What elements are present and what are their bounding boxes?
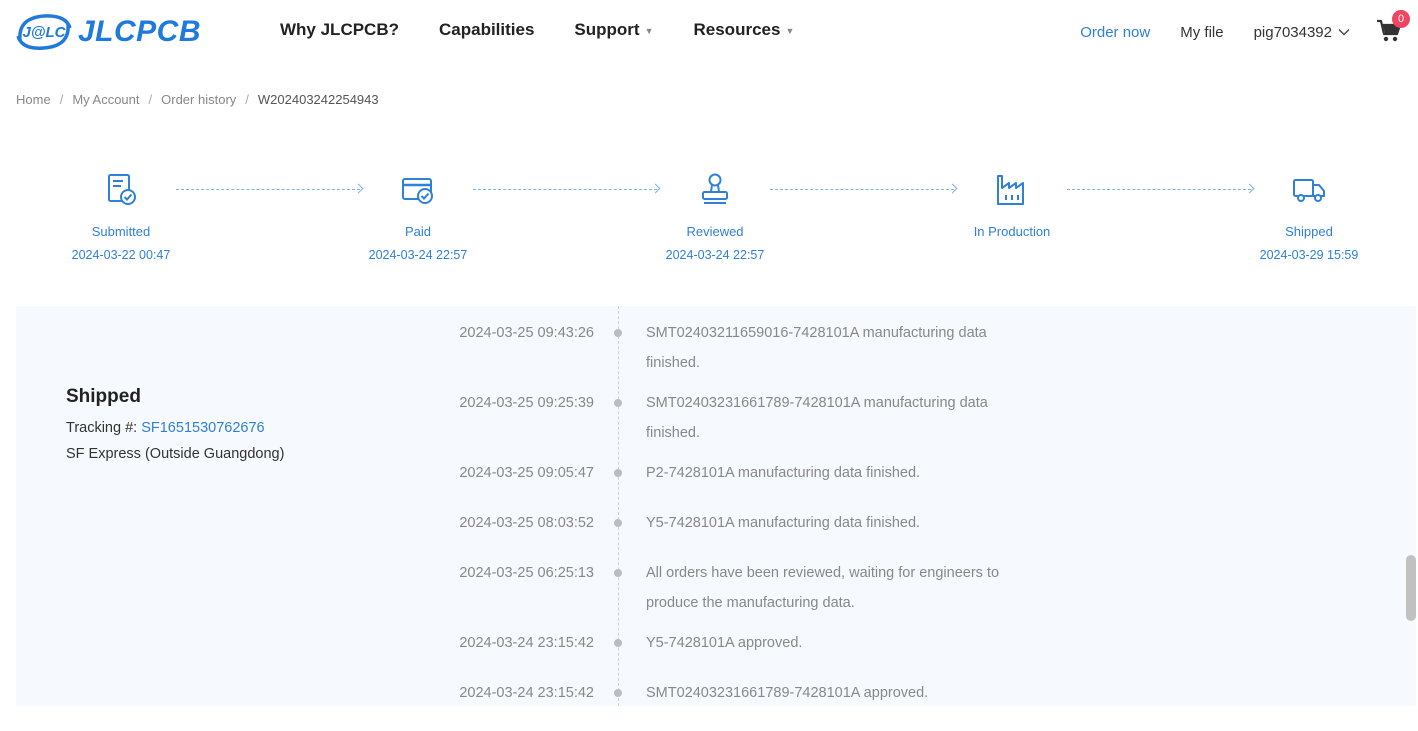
timeline-event: 2024-03-24 23:15:42 SMT02403231661789-74… [16, 678, 1216, 706]
user-menu[interactable]: pig7034392 [1254, 24, 1350, 41]
timeline-event: 2024-03-25 06:25:13 All orders have been… [16, 558, 1216, 628]
timeline-event: 2024-03-25 09:05:47 P2-7428101A manufact… [16, 458, 1216, 508]
timeline-event: 2024-03-25 09:43:26 SMT02403211659016-74… [16, 318, 1216, 388]
nav-why-jlcpcb[interactable]: Why JLCPCB? [280, 20, 399, 40]
step-date: 2024-03-24 22:57 [665, 248, 765, 262]
timeline-event: 2024-03-24 23:15:42 Y5-7428101A approved… [16, 628, 1216, 678]
breadcrumb-order-history[interactable]: Order history [161, 92, 236, 107]
nav-support[interactable]: Support ▼ [574, 20, 653, 40]
caret-down-icon: ▼ [644, 26, 654, 36]
breadcrumb-separator: / [245, 92, 249, 107]
document-check-icon [108, 174, 136, 205]
nav-label: Capabilities [439, 20, 535, 39]
event-time: 2024-03-24 23:15:42 [459, 685, 594, 701]
nav-label: Why JLCPCB? [280, 20, 399, 39]
logo-text: JLCPCB [78, 15, 202, 48]
step-label: In Production [973, 224, 1051, 239]
event-time: 2024-03-25 09:05:47 [459, 465, 594, 481]
step-arrow [176, 189, 360, 191]
event-time: 2024-03-24 23:15:42 [459, 635, 594, 651]
step-paid: Paid 2024-03-24 22:57 [338, 170, 498, 262]
event-time: 2024-03-25 09:43:26 [459, 325, 594, 341]
jlcpcb-logo[interactable]: J@LC JLCPCB [14, 9, 201, 55]
chevron-down-icon [1338, 29, 1350, 36]
step-label: Reviewed [686, 224, 744, 239]
truck-icon [1293, 179, 1325, 202]
event-time: 2024-03-25 06:25:13 [459, 565, 594, 581]
page-scrollbar[interactable] [1406, 555, 1416, 621]
timeline-dot [614, 469, 622, 477]
nav-label: Resources [693, 20, 781, 39]
nav-resources[interactable]: Resources ▼ [694, 20, 795, 40]
event-description: SMT02403231661789-7428101A approved. [646, 685, 929, 701]
timeline-dot [614, 639, 622, 647]
order-now-link[interactable]: Order now [1080, 24, 1150, 41]
breadcrumb-my-account[interactable]: My Account [72, 92, 139, 107]
jlc-badge-icon: J@LC [16, 14, 72, 50]
step-arrow [1067, 189, 1251, 191]
breadcrumb-order-id: W202403242254943 [257, 92, 379, 107]
step-label: Submitted [91, 224, 151, 239]
username: pig7034392 [1253, 23, 1332, 41]
top-header: J@LC JLCPCB Why JLCPCB? Capabilities Sup… [0, 0, 1418, 66]
event-description: Y5-7428101A approved. [646, 635, 803, 651]
nav-capabilities[interactable]: Capabilities [439, 20, 534, 40]
event-description: P2-7428101A manufacturing data finished. [646, 465, 921, 481]
stamp-icon [702, 173, 728, 204]
step-label: Shipped [1285, 224, 1333, 239]
step-label: Paid [404, 224, 432, 239]
timeline-dot [614, 329, 622, 337]
step-arrow [473, 189, 657, 191]
card-check-icon [402, 178, 433, 204]
nav-label: Support [574, 20, 640, 39]
step-reviewed: Reviewed 2024-03-24 22:57 [635, 170, 795, 262]
step-shipped: Shipped 2024-03-29 15:59 [1229, 170, 1389, 262]
caret-down-icon: ▼ [785, 26, 795, 36]
timeline-event: 2024-03-25 09:25:39 SMT02403231661789-74… [16, 388, 1216, 458]
step-date: 2024-03-24 22:57 [368, 248, 468, 262]
shipping-panel: Shipped Tracking #: SF1651530762676 SF E… [16, 306, 1416, 706]
timeline-dot [614, 569, 622, 577]
svg-text:J@LC: J@LC [23, 24, 67, 41]
breadcrumb-home[interactable]: Home [16, 92, 51, 107]
step-date: 2024-03-22 00:47 [71, 248, 171, 262]
breadcrumb-separator: / [59, 92, 64, 107]
cart-count-badge: 0 [1392, 10, 1410, 28]
main-nav: Why JLCPCB? Capabilities Support ▼ Resou… [280, 20, 834, 40]
my-file-link[interactable]: My file [1180, 24, 1223, 41]
breadcrumb-separator: / [148, 92, 153, 107]
step-in-production: In Production [932, 170, 1092, 248]
event-description: All orders have been reviewed, waiting f… [646, 565, 1000, 611]
event-time: 2024-03-25 09:25:39 [459, 395, 594, 411]
step-date: 2024-03-29 15:59 [1259, 248, 1359, 262]
event-time: 2024-03-25 08:03:52 [459, 515, 594, 531]
cart-button[interactable]: 0 [1376, 10, 1410, 46]
timeline-dot [614, 519, 622, 527]
event-timeline: 2024-03-25 09:43:26 SMT02403211659016-74… [16, 318, 1216, 706]
event-description: SMT02403211659016-7428101A manufacturing… [646, 325, 987, 371]
event-description: SMT02403231661789-7428101A manufacturing… [646, 395, 988, 441]
timeline-event: 2024-03-25 08:03:52 Y5-7428101A manufact… [16, 508, 1216, 558]
order-progress: Submitted 2024-03-22 00:47 Paid 2024-03-… [0, 170, 1418, 280]
factory-icon [997, 175, 1024, 205]
event-description: Y5-7428101A manufacturing data finished. [646, 515, 921, 531]
step-arrow [770, 189, 954, 191]
timeline-dot [614, 689, 622, 697]
header-actions: Order now My file pig7034392 0 [1080, 10, 1410, 46]
timeline-dot [614, 399, 622, 407]
breadcrumb: Home / My Account / Order history / W202… [16, 92, 379, 107]
step-submitted: Submitted 2024-03-22 00:47 [41, 170, 201, 262]
